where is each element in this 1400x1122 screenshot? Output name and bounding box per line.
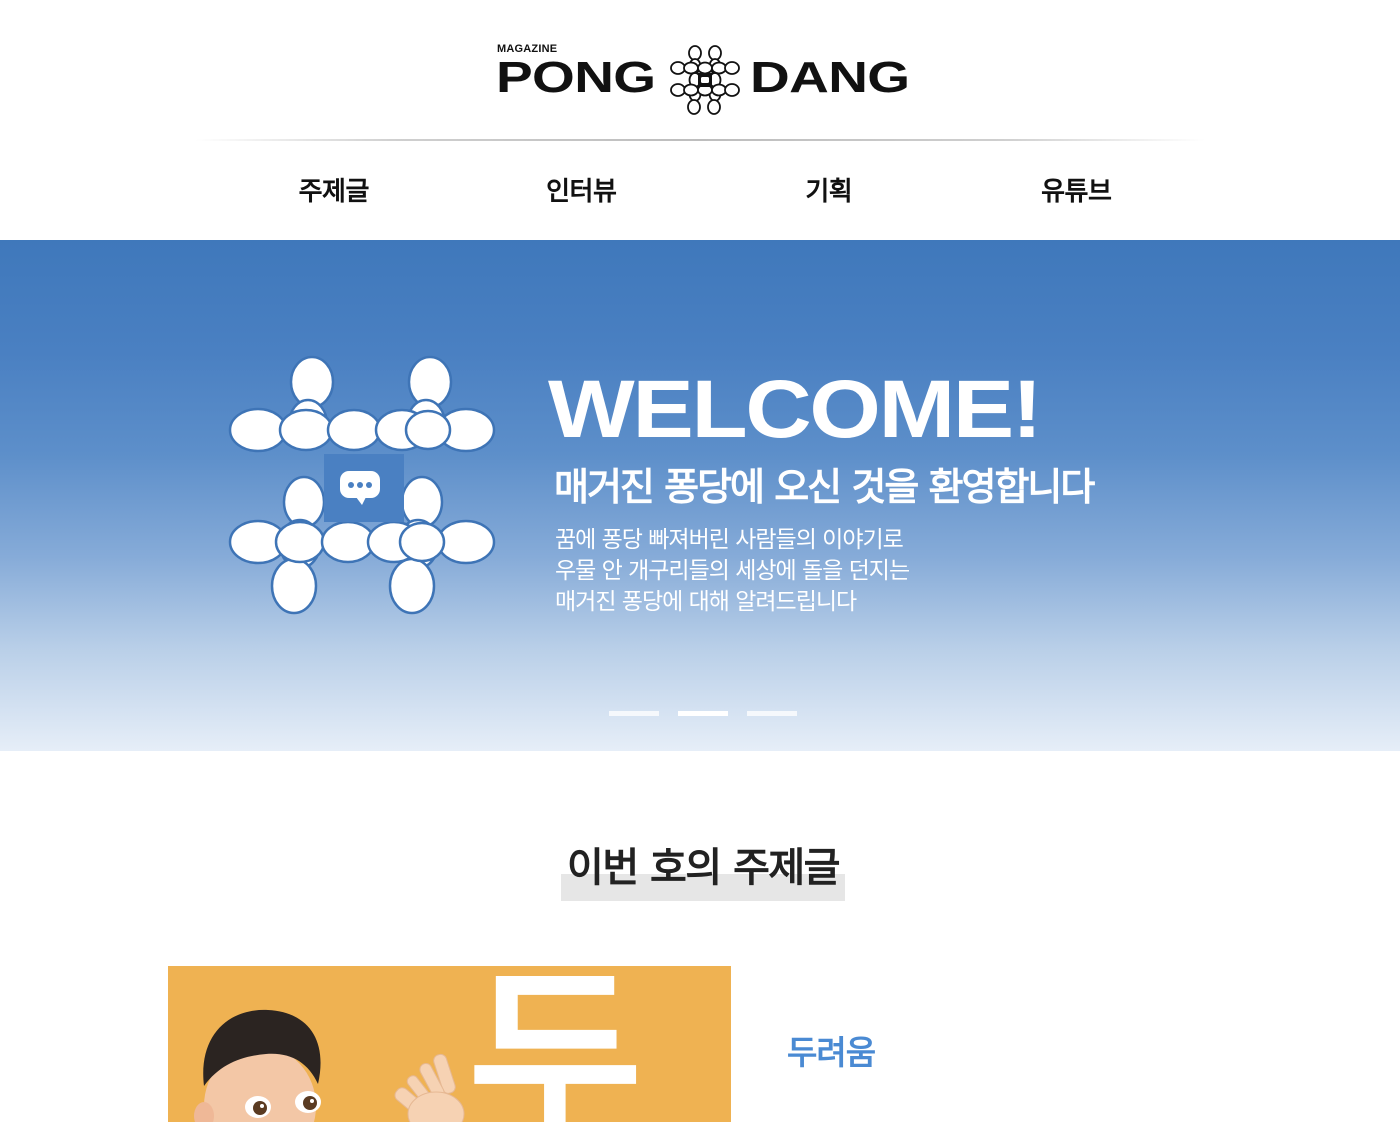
section-title: 이번 호의 주제글 [567,845,840,891]
slide-indicators [609,711,797,716]
logo-word-pong: PONG [496,53,656,102]
nav-item-feature[interactable]: 기획 [705,160,953,224]
slide-indicator-1[interactable] [609,711,659,716]
nav-item-youtube[interactable]: 유튜브 [953,160,1201,224]
hash-bubble-icon [670,45,740,115]
section-heading: 이번 호의 주제글 [561,840,845,902]
site-logo[interactable]: MAGAZINE PONG DANG [494,42,914,116]
hero-description-line: 꿈에 퐁당 빠져버린 사람들의 이야기로 [555,527,904,553]
topic-thumbnail[interactable]: 두 [168,966,731,1122]
topic-link[interactable]: 두려움 [787,1030,876,1076]
main-nav: 주제글 인터뷰 기획 유튜브 [210,160,1200,224]
slide-indicator-3[interactable] [747,711,797,716]
hero-description-line: 매거진 퐁당에 대해 알려드립니다 [555,589,857,615]
nav-item-topic[interactable]: 주제글 [210,160,458,224]
logo-word-dang: DANG [750,53,910,102]
hero-welcome-title: WELCOME! [548,364,1042,455]
hero-banner[interactable]: WELCOME! 매거진 퐁당에 오신 것을 환영합니다 꿈에 퐁당 빠져버린 … [0,240,1400,751]
hero-subtitle: 매거진 퐁당에 오신 것을 환영합니다 [554,465,1095,509]
hero-description: 꿈에 퐁당 빠져버린 사람들의 이야기로 우물 안 개구리들의 세상에 돌을 던… [555,525,910,618]
hero-description-line: 우물 안 개구리들의 세상에 돌을 던지는 [555,558,910,584]
hash-chat-bubble-icon [228,355,496,615]
site-header: MAGAZINE PONG DANG 주제글 인터뷰 기획 유튜브 [0,0,1400,240]
nav-item-interview[interactable]: 인터뷰 [458,160,706,224]
memoji-boy-waving-image: 두 [194,966,643,1122]
header-divider [195,139,1205,141]
topic-image-letter: 두 [468,966,643,1122]
slide-indicator-2[interactable] [678,711,728,716]
